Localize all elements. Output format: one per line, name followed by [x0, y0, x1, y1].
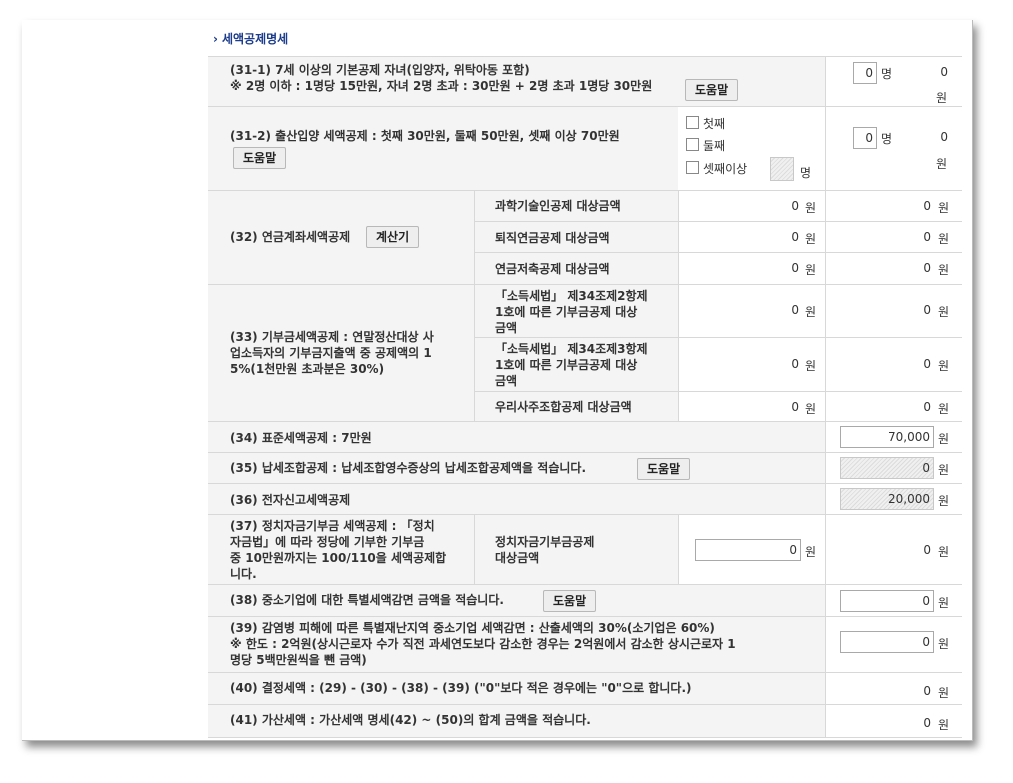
birth-count-input[interactable]: 0: [853, 127, 877, 149]
child-count-input[interactable]: 0: [853, 62, 877, 84]
political-donation-input[interactable]: 0: [695, 539, 801, 561]
form-frame: › 세액공제명세 (31-1) 7세 이상의 기본공제 자녀(입양자, 위탁아동 …: [22, 20, 973, 741]
row-39: (39) 감염병 피해에 따른 특별재난지역 중소기업 세액감면 : 산출세액의…: [208, 616, 962, 673]
row-31-1: (31-1) 7세 이상의 기본공제 자녀(입양자, 위탁아동 포함) ※ 2명…: [208, 56, 962, 107]
tax-union-credit-input: 0: [840, 457, 934, 479]
row-38: (38) 중소기업에 대한 특별세액감면 금액을 적습니다. 도움말 0 원: [208, 584, 962, 617]
row-32-savings: 연금저축공제 대상금액 0원 0원: [474, 252, 962, 285]
sme-reduction-input[interactable]: 0: [840, 590, 934, 612]
row-33-esop: 우리사주조합공제 대상금액 0원 0원: [474, 391, 962, 422]
checkbox-first[interactable]: 첫째: [686, 115, 725, 132]
chevron-right-icon: ›: [213, 32, 218, 46]
row-32-retire: 퇴직연금공제 대상금액 0원 0원: [474, 221, 962, 253]
row-33-art34-3: 「소득세법」 제34조제3항제 1호에 따른 기부금공제 대상 금액 0원 0원: [474, 337, 962, 392]
standard-credit-input[interactable]: 70,000: [840, 426, 934, 448]
row-36: (36) 전자신고세액공제 20,000 원: [208, 483, 962, 515]
checkbox-third-plus[interactable]: 셋째이상: [686, 160, 747, 177]
checkbox-second[interactable]: 둘째: [686, 137, 725, 154]
row-33-art34-2: 「소득세법」 제34조제2항제 1호에 따른 기부금공제 대상 금액 0원 0원: [474, 284, 962, 338]
row-32-sci: 과학기술인공제 대상금액 0원 0원: [474, 190, 962, 222]
row-40: (40) 결정세액 : (29) - (30) - (38) - (39) ("…: [208, 672, 962, 705]
row-34: (34) 표준세액공제 : 7만원 70,000 원: [208, 421, 962, 453]
help-button-31-1[interactable]: 도움말: [685, 79, 739, 101]
row-31-2: (31-2) 출산입양 세액공제 : 첫째 30만원, 둘째 50만원, 셋째 …: [208, 106, 962, 191]
e-filing-credit-input: 20,000: [840, 488, 934, 510]
calculator-button[interactable]: 계산기: [366, 226, 420, 248]
third-child-count-input: [770, 157, 794, 181]
row-41: (41) 가산세액 : 가산세액 명세(42) ~ (50)의 합계 금액을 적…: [208, 704, 962, 738]
help-button-31-2[interactable]: 도움말: [233, 147, 287, 169]
section-title: › 세액공제명세: [213, 32, 289, 46]
help-button-38[interactable]: 도움말: [543, 590, 597, 612]
help-button-35[interactable]: 도움말: [637, 458, 691, 480]
row-35: (35) 납세조합공제 : 납세조합영수증상의 납세조합공제액을 적습니다. 도…: [208, 452, 962, 484]
row-37: (37) 정치자금기부금 세액공제 : 「정치 자금법」에 따라 정당에 기부한…: [208, 514, 962, 585]
disaster-reduction-input[interactable]: 0: [840, 631, 934, 653]
